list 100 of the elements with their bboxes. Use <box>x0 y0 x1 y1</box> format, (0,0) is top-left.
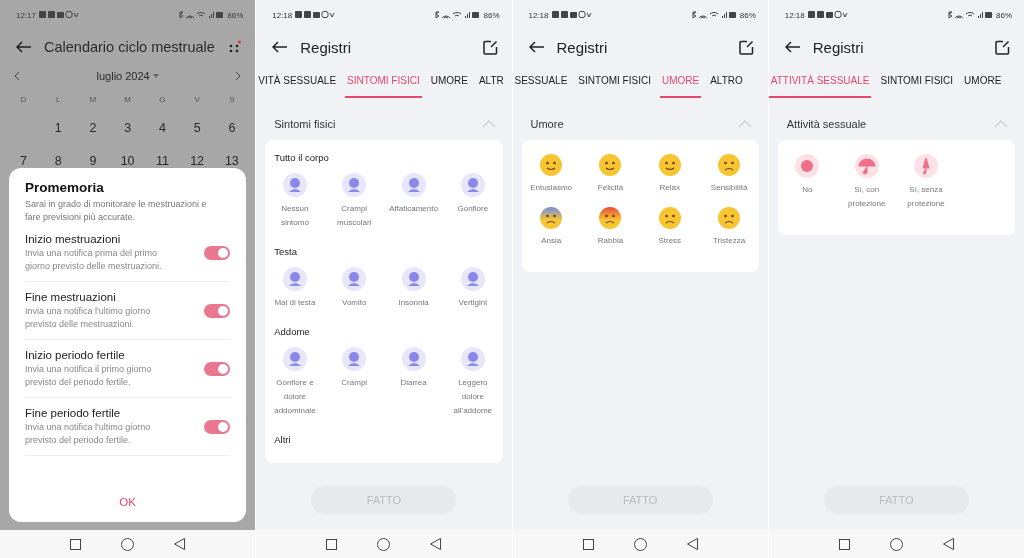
category-tab[interactable]: ALTR <box>476 64 506 98</box>
section-title: Attività sessuale <box>786 118 867 130</box>
battery-level: 86% <box>739 10 756 20</box>
category-tab[interactable]: UMORE <box>962 64 1004 98</box>
recents-icon[interactable] <box>582 538 594 550</box>
option-label[interactable]: Tristezza <box>713 234 746 248</box>
option-label[interactable]: Diarrea <box>400 376 427 390</box>
option-label[interactable]: Ansia <box>541 234 562 248</box>
option-label[interactable]: Gonfiore <box>457 202 489 216</box>
emoji-face-icon <box>599 154 622 176</box>
back-arrow-icon[interactable] <box>272 41 289 53</box>
option-label[interactable]: Vomito <box>342 296 367 310</box>
section-title: Umore <box>530 118 564 130</box>
calendar-day[interactable]: 1 <box>40 112 76 145</box>
option-label[interactable]: Stress <box>658 234 682 248</box>
emoji-face-icon <box>658 207 681 229</box>
toggle-switch[interactable] <box>204 304 231 318</box>
option-label[interactable]: Relax <box>659 181 680 195</box>
option-label[interactable]: Insonnia <box>398 296 429 310</box>
calendar-day[interactable]: 3 <box>110 112 145 145</box>
symptom-icon <box>282 267 307 291</box>
toggle-switch[interactable] <box>204 362 231 376</box>
category-tab[interactable]: ATTIVITÀ SESSUALE <box>768 64 872 98</box>
option-label[interactable]: Nessun sintomo <box>269 202 320 230</box>
back-icon[interactable] <box>174 538 186 550</box>
home-icon[interactable] <box>377 537 391 551</box>
edit-icon[interactable] <box>738 39 754 55</box>
category-tab[interactable]: SINTOMI FISICI <box>345 64 422 98</box>
back-icon[interactable] <box>430 538 442 550</box>
option-label[interactable]: Leggero dolore all'addome <box>447 376 498 418</box>
weekday-label: V <box>193 94 201 106</box>
reminder-title: Inizio periodo fertile <box>25 349 126 361</box>
more-icon[interactable] <box>229 40 242 54</box>
back-icon[interactable] <box>686 538 698 550</box>
emoji-face-icon <box>540 154 563 176</box>
calendar-day[interactable]: 2 <box>75 112 111 145</box>
calendar-day[interactable]: 5 <box>179 112 215 145</box>
edit-icon[interactable] <box>482 39 498 55</box>
category-tab[interactable]: SINTOMI FISICI <box>878 64 956 98</box>
symptom-icon <box>460 347 485 371</box>
category-tab[interactable]: ALTRO <box>708 64 745 98</box>
toggle-switch[interactable] <box>204 420 231 434</box>
emoji-face-icon <box>658 154 681 176</box>
symptom-icon <box>342 267 367 291</box>
section-title: Sintomi fisici <box>274 118 336 130</box>
back-arrow-icon[interactable] <box>16 41 32 53</box>
category-tab[interactable]: SINTOMI FISICI <box>576 64 653 98</box>
back-icon[interactable] <box>942 538 954 550</box>
edit-icon[interactable] <box>995 39 1010 55</box>
recents-icon[interactable] <box>326 538 338 550</box>
toggle-switch[interactable] <box>204 246 231 260</box>
ok-button[interactable]: OK <box>89 490 166 514</box>
month-label[interactable]: luglio 2024 <box>96 70 150 82</box>
option-label[interactable]: Felicità <box>597 181 624 195</box>
back-arrow-icon[interactable] <box>784 41 801 53</box>
option-label[interactable]: Entusiasmo <box>530 181 573 195</box>
previous-month-icon[interactable] <box>14 71 20 81</box>
next-month-icon[interactable] <box>235 71 242 81</box>
recents-icon[interactable] <box>838 538 850 550</box>
symptom-icon <box>401 347 426 371</box>
home-icon[interactable] <box>633 537 647 551</box>
battery-level: 86% <box>227 10 244 20</box>
option-label[interactable]: Sensibilità <box>710 181 748 195</box>
symptom-icon <box>342 347 367 371</box>
option-label[interactable]: Gonfiore e dolore addominale <box>269 376 320 418</box>
option-label[interactable]: Mal di testa <box>274 296 316 310</box>
weekday-label: M <box>123 94 132 106</box>
category-tab[interactable]: VITÀ SESSUALE <box>256 64 339 98</box>
notification-icons <box>807 11 848 19</box>
category-tab[interactable]: UMORE <box>428 64 470 98</box>
category-tab[interactable]: UMORE <box>659 64 702 98</box>
status-time: 12:18 <box>528 10 549 20</box>
weekday-label: G <box>158 94 167 106</box>
dialog-title: Promemoria <box>25 180 105 195</box>
reminder-description: Invia una notifica l'ultimo giorno previsto del periodo fertile. <box>25 421 152 447</box>
status-icons <box>690 11 737 19</box>
calendar-day[interactable]: 6 <box>214 112 250 145</box>
notification-icons <box>551 11 592 19</box>
emoji-face-icon <box>599 207 622 229</box>
group-heading: Altri <box>273 434 292 445</box>
weekday-label: S <box>228 94 236 106</box>
option-label[interactable]: Affaticamento <box>389 202 438 216</box>
option-label[interactable]: Rabbia <box>597 234 624 248</box>
home-icon[interactable] <box>121 537 135 551</box>
home-icon[interactable] <box>889 537 903 551</box>
battery-level: 86% <box>996 10 1012 20</box>
emoji-face-icon <box>540 207 563 229</box>
back-arrow-icon[interactable] <box>528 41 545 53</box>
recents-icon[interactable] <box>70 538 82 550</box>
option-label[interactable]: Sì, senza protezione <box>901 183 952 211</box>
option-label[interactable]: Crampi <box>341 376 368 390</box>
group-heading: Addome <box>273 326 311 337</box>
option-label[interactable]: Vertigini <box>458 296 488 310</box>
option-label[interactable]: No <box>802 183 813 197</box>
screen-title: Calendario ciclo mestruale <box>44 39 216 55</box>
option-label[interactable]: Sì, con protezione <box>841 183 892 211</box>
category-tab[interactable]: SESSUALE <box>512 64 570 98</box>
emoji-face-icon <box>718 207 741 229</box>
calendar-day[interactable]: 4 <box>145 112 180 145</box>
option-label[interactable]: Crampi muscolari <box>329 202 380 230</box>
